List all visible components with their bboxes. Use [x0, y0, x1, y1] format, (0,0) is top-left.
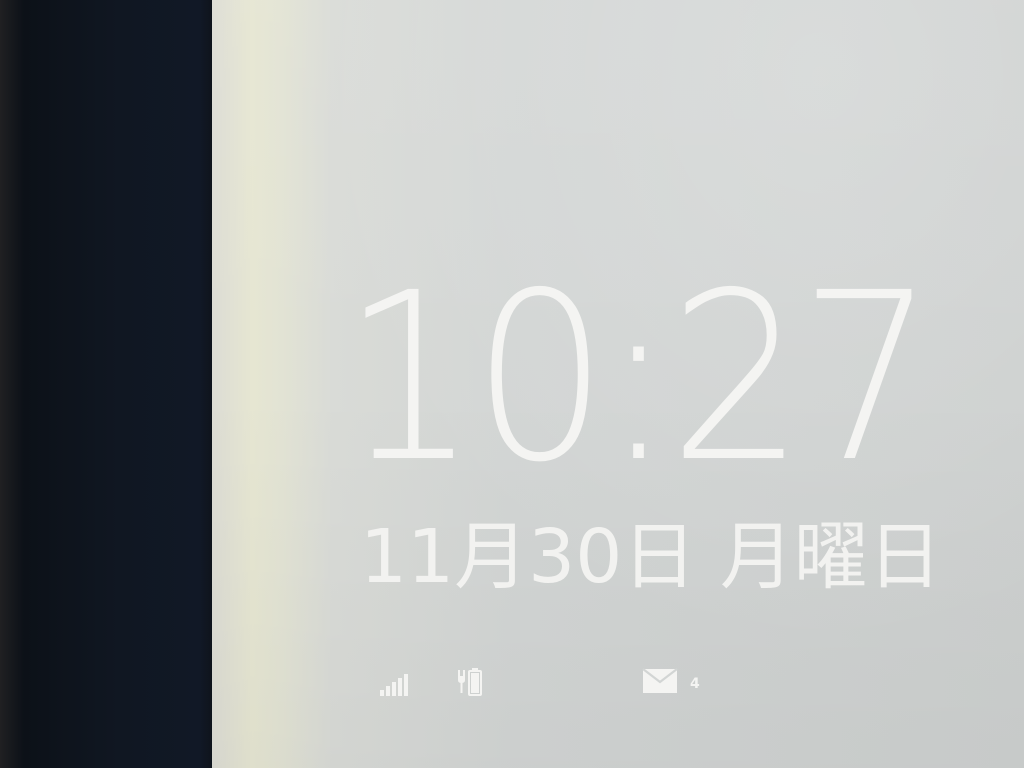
clock-date: 11月30日 月曜日	[360, 514, 942, 600]
mail-count: 4	[690, 676, 700, 692]
status-bar: 4	[380, 664, 940, 696]
mail-icon	[642, 668, 678, 699]
battery-charging-icon	[458, 664, 488, 701]
clock-time: 10:27	[342, 243, 935, 513]
signal-strength-icon	[380, 674, 408, 701]
lock-screen[interactable]: 10:27 11月30日 月曜日 4	[212, 0, 1024, 768]
